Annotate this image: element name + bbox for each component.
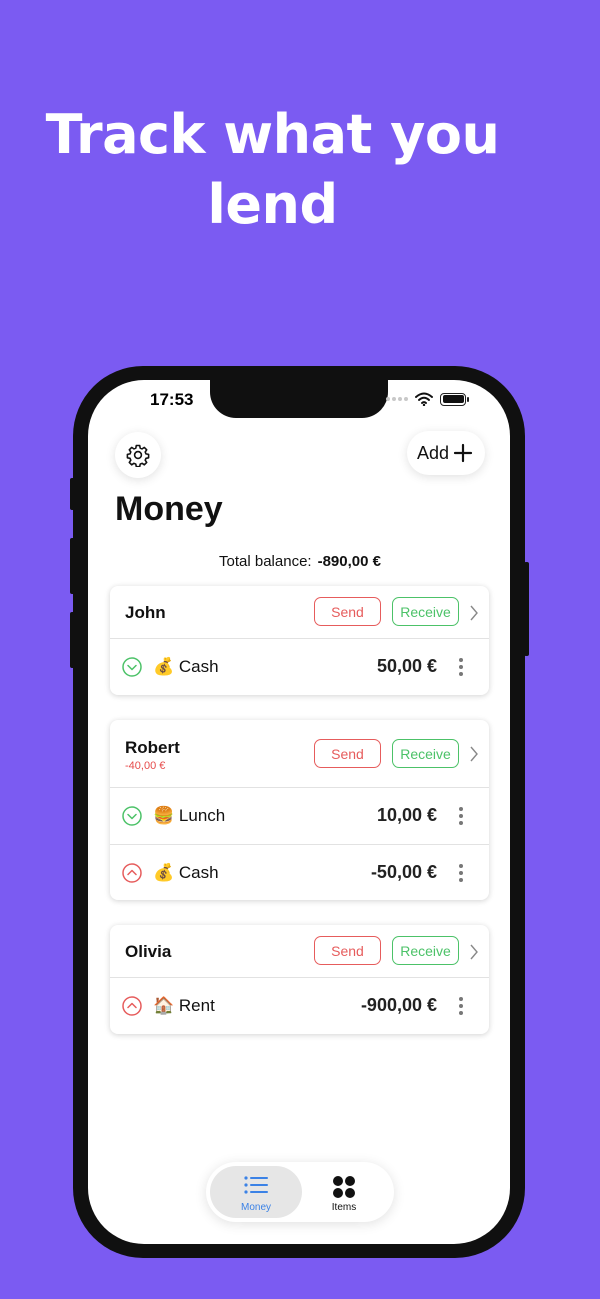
phone-notch [210, 380, 388, 418]
receive-button[interactable]: Receive [392, 739, 459, 768]
balance-label: Total balance: [219, 553, 312, 570]
tab-bar: Money Items [206, 1162, 394, 1222]
wifi-icon [415, 392, 433, 406]
person-card-olivia: Olivia Send Receive 🏠 Rent -900,00 € [110, 925, 489, 1034]
tab-money-label: Money [240, 1202, 271, 1213]
gear-icon [126, 444, 150, 467]
transaction-label: 🍔 Lunch [153, 806, 225, 826]
battery-icon [440, 392, 469, 406]
more-options-icon[interactable] [459, 864, 463, 882]
send-button[interactable]: Send [314, 936, 381, 965]
money-bag-icon: 💰 [153, 863, 175, 882]
send-button[interactable]: Send [314, 739, 381, 768]
house-icon: 🏠 [153, 996, 175, 1015]
transaction-amount: -900,00 € [360, 995, 437, 1015]
person-header[interactable]: John Send Receive [110, 586, 489, 639]
transaction-name: Cash [178, 657, 219, 676]
headline-line-1: Track what you [45, 103, 500, 166]
settings-button[interactable] [115, 432, 161, 478]
send-button[interactable]: Send [314, 597, 381, 626]
chevron-down-circle-icon [122, 806, 142, 826]
transaction-row[interactable]: 💰 Cash -50,00 € [110, 844, 489, 900]
person-name: Robert [125, 738, 180, 757]
more-options-icon[interactable] [459, 658, 463, 676]
transaction-row[interactable]: 🍔 Lunch 10,00 € [110, 788, 489, 844]
more-options-icon[interactable] [459, 807, 463, 825]
person-name: John [125, 603, 166, 622]
money-bag-icon: 💰 [153, 657, 175, 676]
transaction-label: 💰 Cash [153, 657, 219, 677]
tab-items[interactable]: Items [298, 1166, 390, 1218]
transaction-amount: 50,00 € [376, 656, 437, 676]
list-icon [244, 1176, 268, 1194]
transaction-name: Lunch [178, 806, 226, 825]
chevron-right-icon[interactable] [469, 944, 479, 960]
transaction-amount: -50,00 € [370, 862, 437, 882]
tab-money[interactable]: Money [210, 1166, 302, 1218]
chevron-right-icon[interactable] [469, 746, 479, 762]
person-balance: -40,00 € [125, 760, 166, 772]
tab-items-label: Items [331, 1202, 357, 1213]
person-card-robert: Robert -40,00 € Send Receive 🍔 Lunch 10,… [110, 720, 489, 900]
status-icons [386, 392, 469, 406]
person-header[interactable]: Robert -40,00 € Send Receive [110, 720, 489, 788]
burger-icon: 🍔 [153, 806, 175, 825]
person-card-john: John Send Receive 💰 Cash 50,00 € [110, 586, 489, 695]
transaction-row[interactable]: 🏠 Rent -900,00 € [110, 978, 489, 1034]
more-options-icon[interactable] [459, 997, 463, 1015]
chevron-up-circle-icon [122, 996, 142, 1016]
person-name: Olivia [125, 942, 172, 961]
total-balance: Total balance: -890,00 € [88, 553, 510, 570]
chevron-right-icon[interactable] [469, 605, 479, 621]
add-button[interactable]: Add [406, 431, 485, 475]
app-screen: 17:53 Add Money Total balance: -890,00 € [88, 380, 510, 1244]
receive-button[interactable]: Receive [392, 597, 459, 626]
promo-headline: Track what you lend [0, 100, 545, 240]
page-title: Money [115, 490, 223, 528]
chevron-up-circle-icon [122, 863, 142, 883]
receive-button[interactable]: Receive [392, 936, 459, 965]
add-label: Add [416, 442, 449, 463]
grid-dots-icon [333, 1176, 355, 1198]
headline-line-2: lend [207, 173, 338, 236]
transaction-label: 🏠 Rent [153, 996, 215, 1016]
transaction-name: Cash [178, 863, 219, 882]
transaction-row[interactable]: 💰 Cash 50,00 € [110, 639, 489, 695]
transaction-amount: 10,00 € [376, 805, 437, 825]
status-time: 17:53 [150, 390, 194, 409]
chevron-down-circle-icon [122, 657, 142, 677]
transaction-name: Rent [178, 996, 215, 1015]
signal-icon [386, 397, 408, 401]
balance-value: -890,00 € [317, 553, 381, 570]
plus-icon [453, 443, 473, 463]
person-header[interactable]: Olivia Send Receive [110, 925, 489, 978]
transaction-label: 💰 Cash [153, 863, 219, 883]
